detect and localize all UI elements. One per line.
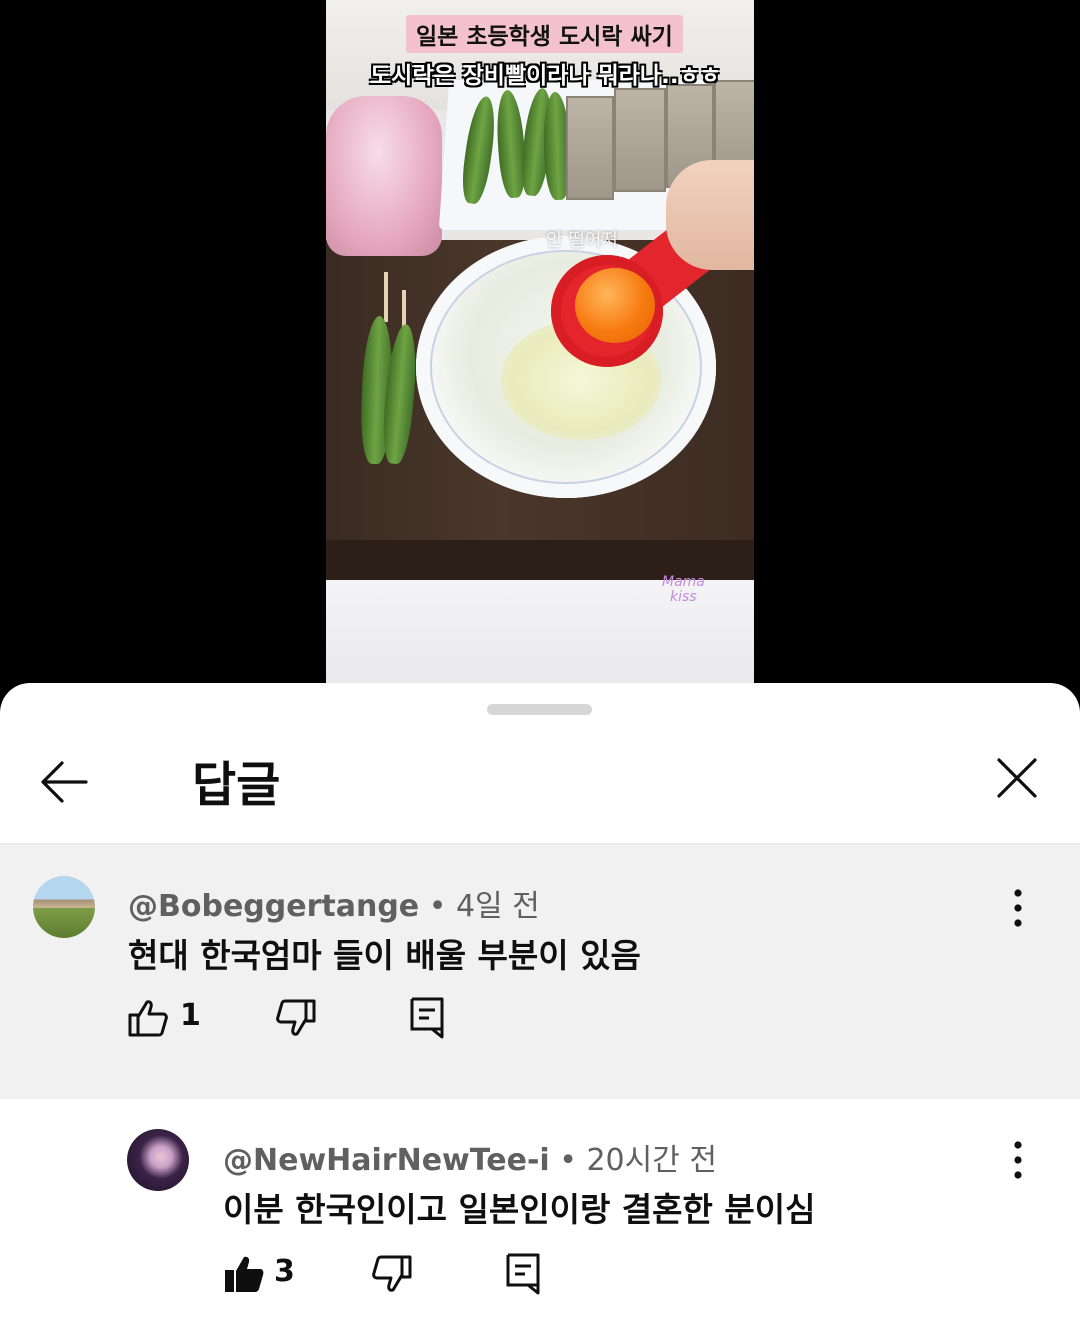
back-button[interactable] (36, 753, 94, 811)
reply-comment: @NewHairNewTee-i • 20시간 전 이분 한국인이고 일본인이랑… (0, 1099, 1080, 1336)
meta-separator: • (549, 1143, 587, 1178)
avatar[interactable] (33, 876, 95, 938)
arrow-left-icon (41, 761, 88, 803)
watermark-line-1: Mama (662, 574, 705, 590)
like-button[interactable] (222, 1251, 266, 1297)
reply-text: 이분 한국인이고 일본인이랑 결혼한 분이심 (223, 1190, 816, 1229)
video-inner-text: 안 떨어져 (546, 230, 618, 251)
video-watermark: Mama kiss (662, 575, 705, 605)
reply-button[interactable] (408, 995, 448, 1041)
thumbs-down-icon (276, 999, 316, 1036)
watermark-line-2: kiss (670, 589, 697, 605)
video-caption-subtitle: 도시락은 장비빨이라나 뭐라나..ㅎㅎ (370, 63, 721, 89)
comment-author[interactable]: @Bobeggertange (128, 889, 419, 924)
fish-cake (614, 88, 666, 192)
thumbs-up-icon (128, 1000, 168, 1037)
dislike-button[interactable] (370, 1251, 414, 1297)
fish-cake (566, 96, 614, 200)
close-button[interactable] (990, 751, 1044, 805)
comment-meta: @Bobeggertange • 4일 전 (128, 881, 540, 925)
thumbs-down-icon (372, 1255, 412, 1292)
video-frame[interactable]: 안 떨어져 일본 초등학생 도시락 싸기 도시락은 장비빨이라나 뭐라나..ㅎㅎ… (326, 0, 754, 700)
reply-actions: 3 (222, 1251, 552, 1301)
comment-actions: 1 (126, 995, 456, 1045)
dislike-button[interactable] (274, 995, 318, 1041)
reply-button[interactable] (504, 1251, 544, 1297)
reply-more-button[interactable] (1003, 1135, 1033, 1185)
more-vert-icon (1014, 889, 1022, 927)
like-count: 3 (274, 1254, 295, 1289)
like-count: 1 (180, 998, 201, 1033)
like-button[interactable] (126, 995, 170, 1041)
more-vert-icon (1014, 1141, 1022, 1179)
hello-kitty-tin (326, 96, 442, 256)
reply-meta: @NewHairNewTee-i • 20시간 전 (223, 1135, 717, 1179)
avatar[interactable] (127, 1129, 189, 1191)
reply-author[interactable]: @NewHairNewTee-i (223, 1143, 550, 1178)
egg-yolk (575, 268, 655, 343)
video-player[interactable]: 안 떨어져 일본 초등학생 도시락 싸기 도시락은 장비빨이라나 뭐라나..ㅎㅎ… (0, 0, 1080, 700)
video-caption-title: 일본 초등학생 도시락 싸기 (406, 15, 683, 53)
sheet-header: 답글 (0, 723, 1080, 845)
reply-comment-icon (506, 1253, 540, 1295)
close-icon (997, 758, 1037, 798)
parent-comment: @Bobeggertange • 4일 전 현대 한국엄마 들이 배울 부분이 … (0, 845, 1080, 1099)
skewer (384, 272, 388, 322)
sheet-drag-handle[interactable] (487, 704, 592, 715)
comment-text: 현대 한국엄마 들이 배울 부분이 있음 (128, 936, 641, 975)
comment-more-button[interactable] (1003, 883, 1033, 933)
meta-separator: • (419, 889, 456, 924)
sheet-title: 답글 (192, 757, 281, 813)
reply-comment-icon (410, 997, 444, 1039)
reply-time: 20시간 전 (586, 1143, 717, 1178)
comment-time: 4일 전 (455, 889, 540, 924)
hand (666, 160, 754, 270)
replies-sheet: 답글 @Bobeggertange • 4일 전 현대 한국엄마 들이 배울 부… (0, 683, 1080, 1336)
thumbs-up-icon (225, 1256, 264, 1292)
